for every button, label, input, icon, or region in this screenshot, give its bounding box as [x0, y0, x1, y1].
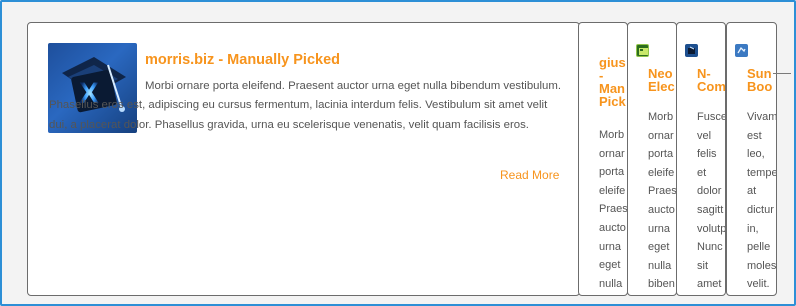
- blue-app-icon: [685, 44, 698, 57]
- card-4-title[interactable]: Sun Boo: [747, 67, 772, 93]
- carousel-card-3[interactable]: N- Com Fusce vel felis et dolor sagitt v…: [676, 22, 726, 296]
- featured-title[interactable]: morris.biz - Manually Picked: [145, 52, 340, 68]
- card-1-excerpt: Morb ornar porta eleife Praes aucto urna…: [599, 129, 628, 290]
- green-app-icon: [636, 44, 649, 57]
- card-3-title[interactable]: N- Com: [697, 67, 725, 93]
- carousel-card-2[interactable]: Neo Elec Morb ornar porta eleife Praes a…: [627, 22, 677, 296]
- carousel-card-1[interactable]: gius - Man Pick Morb ornar porta eleife …: [578, 22, 628, 296]
- card-3-excerpt: Fusce vel felis et dolor sagitt volutp N…: [697, 111, 726, 291]
- card-4-excerpt: Vivam est leo, tempe at dictur in, pelle…: [747, 111, 777, 291]
- featured-card[interactable]: X morris.biz - Manually Picked Morbi orn…: [27, 22, 580, 296]
- featured-excerpt: Morbi ornare porta eleifend. Praesent au…: [49, 80, 562, 131]
- divider-line: [773, 73, 791, 74]
- card-1-title[interactable]: gius - Man Pick: [599, 56, 626, 108]
- read-more-link[interactable]: Read More: [500, 168, 559, 182]
- carousel-card-4[interactable]: Sun Boo Vivam est leo, tempe at dictur i…: [726, 22, 777, 296]
- carousel-frame: X morris.biz - Manually Picked Morbi orn…: [0, 0, 796, 306]
- card-2-title[interactable]: Neo Elec: [648, 67, 675, 93]
- card-2-excerpt: Morb ornar porta eleife Praes aucto urna…: [648, 111, 677, 291]
- blue-app-icon: [735, 44, 748, 57]
